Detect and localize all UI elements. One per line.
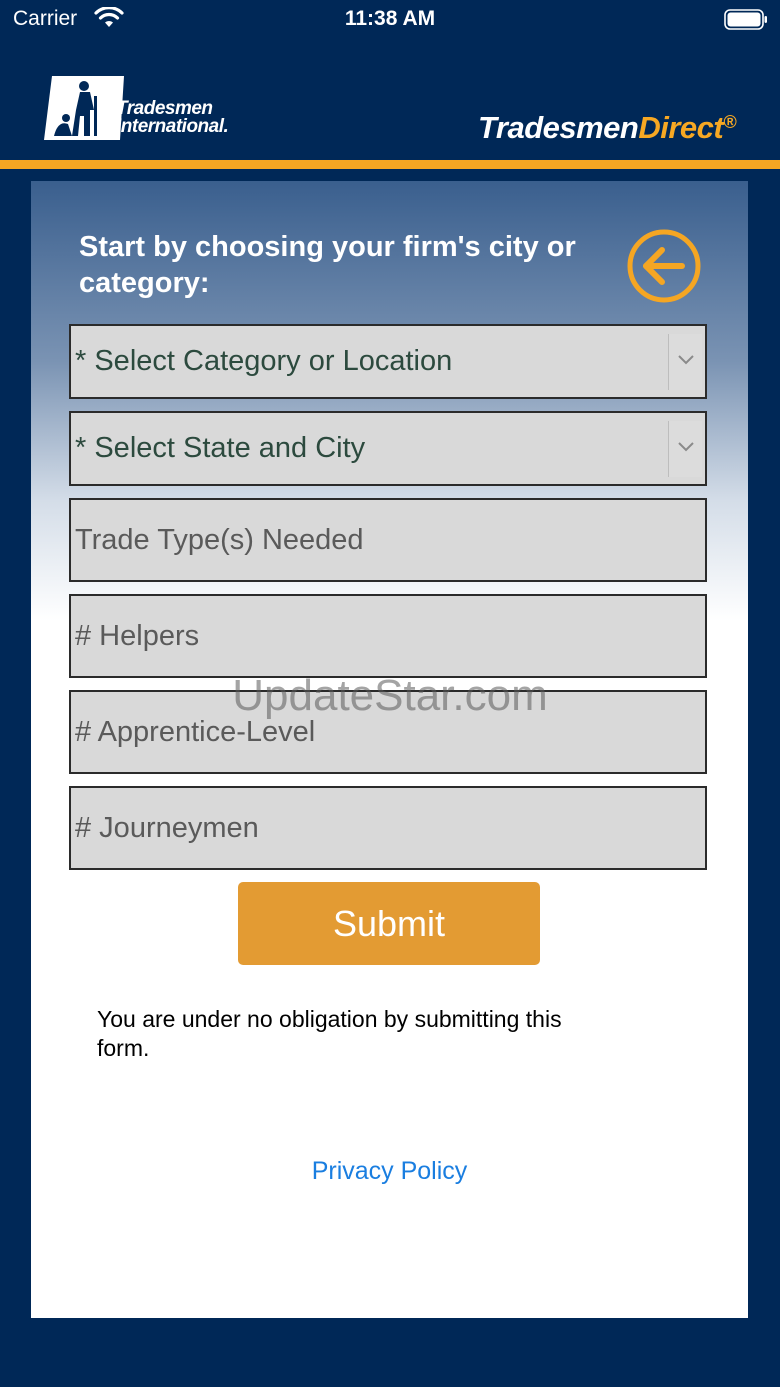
brand-part-2: Direct [638, 110, 724, 145]
apprentice-placeholder: # Apprentice-Level [75, 715, 316, 748]
registered-mark: ® [723, 112, 736, 132]
category-dropdown-toggle[interactable] [668, 334, 702, 390]
brand-part-1: Tradesmen [478, 110, 639, 145]
helpers-placeholder: # Helpers [75, 619, 200, 652]
trade-type-input[interactable]: Trade Type(s) Needed [69, 498, 707, 582]
battery-icon [724, 9, 767, 30]
category-select-label: * Select Category or Location [75, 345, 453, 377]
state-city-select[interactable]: * Select State and City [69, 411, 707, 486]
state-city-select-label: * Select State and City [75, 432, 366, 464]
chevron-down-icon [678, 442, 694, 452]
journeymen-placeholder: # Journeymen [75, 811, 259, 844]
status-time: 11:38 AM [344, 7, 436, 30]
chevron-down-icon [678, 355, 694, 365]
status-bar: Carrier 11:38 AM [0, 0, 780, 40]
app-header: Tradesmen International. TradesmenDirect… [0, 40, 780, 160]
state-city-dropdown-toggle[interactable] [668, 421, 702, 477]
tradesmen-international-logo: Tradesmen International. [44, 76, 234, 142]
submit-button[interactable]: Submit [238, 882, 540, 965]
logo-line-2: International. [116, 116, 229, 137]
helpers-input[interactable]: # Helpers [69, 594, 707, 678]
obligation-disclaimer: You are under no obligation by submittin… [97, 1006, 562, 1061]
category-location-select[interactable]: * Select Category or Location [69, 324, 707, 399]
journeymen-input[interactable]: # Journeymen [69, 786, 707, 870]
arrow-left-circle-icon[interactable] [626, 228, 702, 304]
form-prompt: Start by choosing your firm's city or ca… [79, 231, 576, 299]
apprentice-level-input[interactable]: # Apprentice-Level [69, 690, 707, 774]
header-accent-bar [0, 160, 780, 169]
privacy-policy-link[interactable]: Privacy Policy [31, 1157, 748, 1186]
logo-wordmark: Tradesmen International. [116, 99, 229, 137]
workers-logo-icon [44, 76, 124, 140]
request-form-card: Start by choosing your firm's city or ca… [31, 181, 748, 1318]
trade-type-placeholder: Trade Type(s) Needed [75, 523, 364, 556]
tradesmen-direct-brand: TradesmenDirect® [478, 110, 736, 146]
